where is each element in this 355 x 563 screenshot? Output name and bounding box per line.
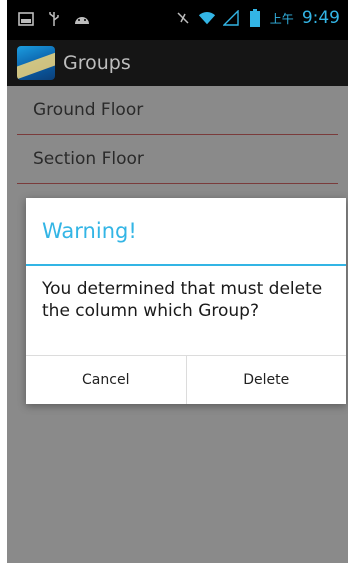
page-title: Groups (63, 52, 131, 74)
dialog-title: Warning! (26, 198, 346, 266)
list-item-ground-floor[interactable]: Ground Floor (17, 86, 338, 135)
group-list: Ground Floor Section Floor (7, 86, 348, 184)
dialog-button-bar: Cancel Delete (26, 355, 346, 404)
status-ampm: 上午 (269, 11, 294, 26)
signal-icon (222, 9, 240, 27)
cancel-button[interactable]: Cancel (26, 356, 186, 404)
mute-icon (174, 9, 192, 27)
battery-icon (246, 9, 264, 27)
screen: 上午 9:49 Groups Ground Floor Section Floo… (7, 0, 348, 563)
list-item-section-floor[interactable]: Section Floor (17, 135, 338, 184)
dialog-message: You determined that must delete the colu… (42, 279, 323, 321)
warning-dialog: Warning! You determined that must delete… (26, 198, 346, 404)
status-time: 9:49 (301, 8, 340, 28)
usb-icon (45, 10, 63, 28)
action-bar: Groups (7, 40, 348, 86)
wifi-icon (198, 9, 216, 27)
list-item-label: Section Floor (33, 149, 144, 169)
delete-button[interactable]: Delete (185, 356, 347, 404)
android-debug-icon (73, 10, 91, 28)
status-bar: 上午 9:49 (7, 0, 348, 40)
screenshot-icon (17, 10, 35, 28)
list-item-label: Ground Floor (33, 100, 144, 120)
app-logo-icon[interactable] (17, 46, 55, 80)
